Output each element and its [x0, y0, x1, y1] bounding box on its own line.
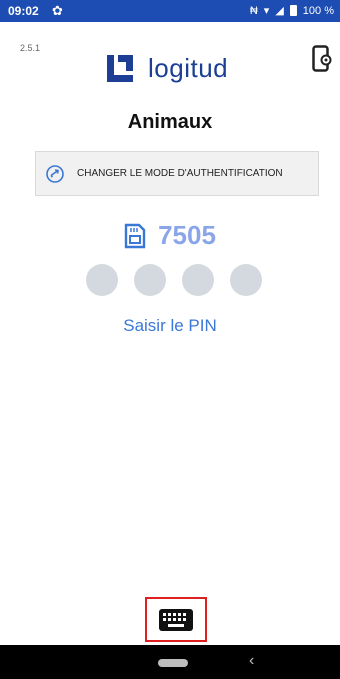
enter-pin-link[interactable]: Saisir le PIN	[0, 316, 340, 336]
page-title: Animaux	[127, 111, 213, 133]
keyboard-icon	[159, 608, 193, 631]
pin-dot	[182, 264, 214, 296]
status-time: 09:02	[8, 4, 39, 18]
card-number-row: 7505	[0, 220, 340, 251]
status-bar: 09:02 ✿ ₦ ▾ ◢ 100 %	[0, 0, 340, 22]
wifi-icon: ▾	[263, 5, 270, 17]
battery-percent: 100 %	[302, 4, 334, 17]
change-auth-mode-label: CHANGER LE MODE D'AUTHENTIFICATION	[77, 168, 283, 179]
logitud-logo: logitud	[104, 52, 228, 84]
pin-dot	[134, 264, 166, 296]
pin-dots	[86, 264, 262, 296]
status-icons: ₦ ▾ ◢ 100 %	[249, 4, 334, 18]
pin-dot	[230, 264, 262, 296]
change-auth-mode-button[interactable]: CHANGER LE MODE D'AUTHENTIFICATION	[35, 151, 319, 196]
swap-icon	[46, 164, 64, 183]
signal-icon: ◢	[275, 5, 284, 17]
nfc-icon: ₦	[249, 4, 258, 17]
back-chevron-icon[interactable]: ‹	[249, 652, 254, 670]
phone-settings-icon[interactable]	[312, 45, 332, 73]
system-nav-bar: ‹	[0, 645, 340, 679]
logo-mark-icon	[107, 55, 133, 82]
logo-text: logitud	[148, 52, 229, 83]
app-version: 2.5.1	[20, 43, 41, 53]
card-number: 7505	[158, 220, 216, 250]
home-button[interactable]	[158, 659, 188, 667]
battery-icon	[289, 5, 297, 16]
sim-card-icon	[124, 223, 146, 248]
gear-icon: ✿	[52, 3, 63, 18]
pin-dot	[86, 264, 118, 296]
keyboard-button[interactable]	[145, 597, 207, 642]
